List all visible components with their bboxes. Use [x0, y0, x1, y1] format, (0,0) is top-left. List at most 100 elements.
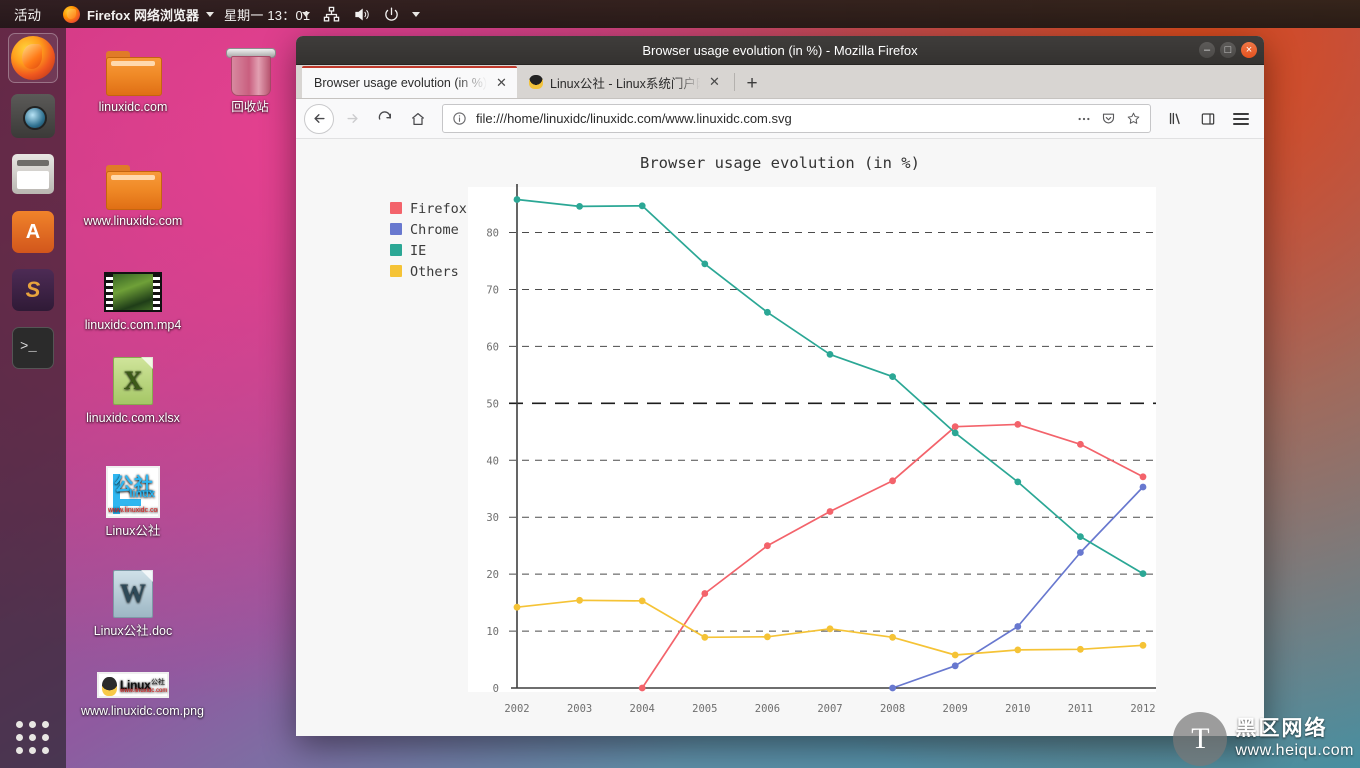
power-icon[interactable]	[382, 5, 400, 23]
tab-label: Linux公社 - Linux系统门户网站	[550, 76, 700, 91]
terminal-icon	[12, 327, 54, 369]
firefox-icon	[11, 36, 55, 80]
chart-title: Browser usage evolution (in %)	[640, 154, 920, 172]
activities-button[interactable]: 活动	[0, 4, 53, 24]
data-point	[701, 260, 709, 268]
menu-button[interactable]	[1226, 104, 1256, 134]
address-bar[interactable]: file:///home/linuxidc/linuxidc.com/www.l…	[442, 104, 1151, 133]
forward-arrow-icon	[346, 114, 358, 123]
x-tick-label: 2007	[817, 703, 842, 715]
network-icon[interactable]	[322, 5, 340, 23]
desktop-icon-folder-linuxidc-com[interactable]: linuxidc.com	[81, 44, 185, 116]
data-point	[951, 651, 959, 659]
hamburger-menu-icon	[1233, 112, 1249, 125]
trash-icon	[198, 44, 302, 96]
top-panel: 活动 Firefox 网络浏览器 星期一 13：01	[0, 0, 1360, 28]
desktop-icon-folder-www-linuxidc-com[interactable]: www.linuxidc.com	[81, 158, 185, 230]
data-point	[951, 662, 959, 670]
page-actions-dots	[1078, 117, 1089, 120]
tab-browser-usage-evolution[interactable]: Browser usage evolution (in %) ✕	[302, 66, 517, 98]
library-icon	[1169, 112, 1180, 125]
video-thumbnail-icon	[81, 262, 185, 312]
data-point	[951, 429, 959, 437]
tab-separator	[734, 73, 735, 91]
chevron-down-icon[interactable]	[412, 11, 421, 17]
dock-item-software[interactable]	[9, 208, 57, 256]
data-point	[826, 625, 834, 633]
desktop-icon-label: linuxidc.com.mp4	[84, 318, 182, 332]
home-button[interactable]	[403, 104, 433, 134]
x-tick-label: 2006	[755, 703, 780, 715]
watermark-text: 黑区网络 www.heiqu.com	[1235, 717, 1354, 761]
linux-gongshe-logo-icon: 公社 linux www.linuxidc.com	[81, 466, 185, 518]
data-point	[1014, 478, 1022, 486]
data-point	[764, 308, 771, 316]
dock-item-files[interactable]	[9, 150, 57, 198]
minimize-button[interactable]: –	[1199, 42, 1215, 58]
info-icon[interactable]	[451, 110, 468, 127]
star-icon[interactable]	[1125, 110, 1142, 127]
desktop-icon-label: www.linuxidc.com.png	[81, 704, 204, 718]
tab-linux-gongshe[interactable]: Linux公社 - Linux系统门户网站 ✕	[517, 66, 730, 98]
sidebar-button[interactable]	[1193, 104, 1223, 134]
y-tick-label: 60	[486, 341, 499, 353]
window-titlebar[interactable]: Browser usage evolution (in %) - Mozilla…	[296, 36, 1264, 65]
desktop-icon-linux-gongshe-image[interactable]: 公社 linux www.linuxidc.com Linux公社	[81, 466, 185, 540]
close-button[interactable]: ×	[1241, 42, 1257, 58]
back-button[interactable]	[304, 103, 334, 134]
sidebar-icon	[1201, 112, 1215, 125]
desktop-icon-png-image[interactable]: Linux 公社 www.linuxidc.com www.linuxidc.com…	[81, 668, 204, 720]
watermark-line1: 黑区网络	[1235, 717, 1328, 741]
y-tick-label: 0	[493, 683, 499, 695]
y-tick-label: 50	[486, 398, 499, 410]
close-icon[interactable]: ✕	[707, 74, 722, 90]
pocket-icon[interactable]	[1100, 110, 1117, 127]
watermark: T 黑区网络 www.heiqu.com	[1173, 712, 1354, 766]
spreadsheet-file-icon: X	[81, 355, 185, 405]
browser-usage-chart: Browser usage evolution (in %) Firefox Ch…	[296, 139, 1264, 736]
ellipsis-icon[interactable]	[1075, 110, 1092, 127]
y-tick-label: 30	[486, 512, 499, 524]
forward-button[interactable]	[337, 104, 367, 134]
grid-dot-icon	[42, 747, 49, 754]
url-text[interactable]: file:///home/linuxidc/linuxidc.com/www.l…	[476, 111, 1067, 126]
home-icon	[411, 112, 425, 125]
desktop-icon-document-doc[interactable]: W Linux公社.doc	[81, 568, 185, 640]
clock[interactable]: 星期一 13：01	[224, 8, 310, 23]
watermark-mark: T	[1191, 722, 1210, 755]
y-tick-label: 70	[486, 284, 499, 296]
window-title: Browser usage evolution (in %) - Mozilla…	[642, 42, 918, 58]
data-point	[889, 477, 896, 485]
volume-icon[interactable]	[352, 5, 370, 23]
legend-label: IE	[410, 243, 426, 259]
reload-button[interactable]	[370, 104, 400, 134]
app-menu-firefox[interactable]: Firefox 网络浏览器	[53, 5, 224, 24]
data-point	[1139, 483, 1147, 491]
desktop-icon-trash[interactable]: 回收站	[198, 44, 302, 116]
chevron-down-icon[interactable]	[302, 11, 311, 17]
launcher-dock	[0, 28, 66, 768]
firefox-icon	[63, 5, 80, 23]
x-tick-label: 2002	[504, 703, 529, 715]
show-applications-button[interactable]	[13, 718, 53, 758]
y-tick-label: 80	[486, 228, 499, 240]
dock-item-camera[interactable]	[9, 92, 57, 140]
data-point	[701, 633, 709, 641]
legend-swatch	[390, 202, 402, 214]
desktop-icon-video-mp4[interactable]: linuxidc.com.mp4	[81, 262, 185, 334]
grid-dot-icon	[29, 747, 36, 754]
folder-icon	[81, 44, 185, 96]
dock-item-terminal[interactable]	[9, 324, 57, 372]
new-tab-button[interactable]: +	[739, 70, 765, 98]
close-icon[interactable]: ✕	[494, 75, 509, 91]
back-arrow-icon	[304, 103, 334, 134]
desktop-icon-spreadsheet-xlsx[interactable]: X linuxidc.com.xlsx	[81, 355, 185, 427]
dock-item-firefox[interactable]	[8, 33, 58, 83]
grid-dot-icon	[16, 734, 23, 741]
maximize-button[interactable]: □	[1220, 42, 1236, 58]
y-tick-label: 20	[486, 569, 499, 581]
library-button[interactable]	[1160, 104, 1190, 134]
plot-area-background	[468, 187, 1156, 692]
grid-dot-icon	[29, 734, 36, 741]
dock-item-sublime[interactable]	[9, 266, 57, 314]
